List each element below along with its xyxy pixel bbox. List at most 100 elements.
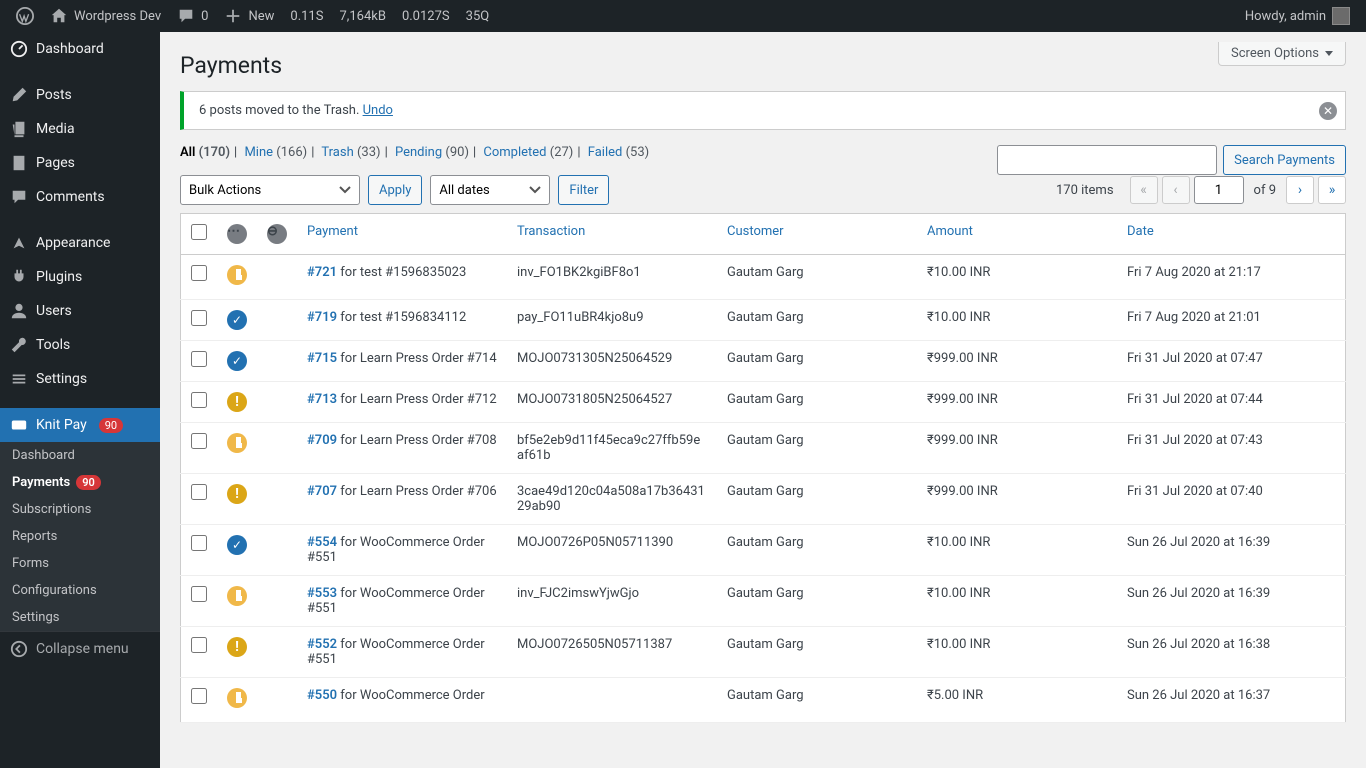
status-header-icon: ⋯ bbox=[227, 224, 247, 244]
date-cell: Sun 26 Jul 2020 at 16:37 bbox=[1117, 678, 1346, 723]
status-completed-icon: ✓ bbox=[227, 351, 247, 371]
transaction-cell: MOJO0731805N25064527 bbox=[507, 382, 717, 423]
submenu-payments[interactable]: Payments90 bbox=[0, 469, 160, 496]
payment-link[interactable]: #721 bbox=[307, 265, 337, 280]
new-content[interactable]: New bbox=[216, 0, 282, 32]
row-checkbox[interactable] bbox=[191, 351, 207, 367]
sidebar-item-appearance[interactable]: Appearance bbox=[0, 226, 160, 260]
bulk-actions-select[interactable]: Bulk Actions bbox=[180, 175, 360, 205]
sidebar-item-dashboard[interactable]: Dashboard bbox=[0, 32, 160, 66]
notice-dismiss[interactable]: ✕ bbox=[1319, 102, 1337, 120]
col-date[interactable]: Date bbox=[1127, 224, 1154, 239]
transaction-cell: MOJO0731305N25064529 bbox=[507, 341, 717, 382]
payment-for: for test #1596834112 bbox=[337, 310, 466, 325]
first-page[interactable]: « bbox=[1130, 176, 1158, 204]
perf-queries[interactable]: 35Q bbox=[458, 0, 498, 32]
filter-button[interactable]: Filter bbox=[558, 175, 609, 205]
comments-link[interactable]: 0 bbox=[169, 0, 216, 32]
payment-for: for Learn Press Order #708 bbox=[337, 433, 497, 448]
payment-link[interactable]: #553 bbox=[307, 586, 337, 601]
transaction-cell: inv_FJC2imswYjwGjo bbox=[507, 576, 717, 627]
payment-link[interactable]: #709 bbox=[307, 433, 337, 448]
perf-db[interactable]: 0.0127S bbox=[394, 0, 458, 32]
payment-link[interactable]: #552 bbox=[307, 637, 337, 652]
payment-link[interactable]: #715 bbox=[307, 351, 337, 366]
col-customer[interactable]: Customer bbox=[727, 224, 784, 239]
page-number-input[interactable] bbox=[1194, 176, 1244, 204]
submenu-subscriptions[interactable]: Subscriptions bbox=[0, 496, 160, 523]
perf-time[interactable]: 0.11S bbox=[282, 0, 331, 32]
col-payment[interactable]: Payment bbox=[307, 224, 358, 239]
sidebar-item-media[interactable]: Media bbox=[0, 112, 160, 146]
apply-button[interactable]: Apply bbox=[368, 175, 422, 205]
col-amount[interactable]: Amount bbox=[927, 224, 973, 239]
customer-cell: Gautam Garg bbox=[717, 627, 917, 678]
sidebar-item-settings[interactable]: Settings bbox=[0, 362, 160, 396]
amount-cell: ₹10.00 INR bbox=[917, 255, 1117, 300]
payment-link[interactable]: #707 bbox=[307, 484, 337, 499]
prev-page[interactable]: ‹ bbox=[1162, 176, 1190, 204]
screen-options-toggle[interactable]: Screen Options bbox=[1218, 42, 1346, 66]
row-checkbox[interactable] bbox=[191, 433, 207, 449]
date-filter-select[interactable]: All dates bbox=[430, 175, 550, 205]
payment-link[interactable]: #554 bbox=[307, 535, 337, 550]
submenu-dashboard[interactable]: Dashboard bbox=[0, 442, 160, 469]
sidebar-item-posts[interactable]: Posts bbox=[0, 78, 160, 112]
status-pending-icon bbox=[227, 433, 247, 453]
view-trash[interactable]: Trash (33) bbox=[321, 145, 380, 160]
sidebar-item-knitpay[interactable]: Knit Pay90 bbox=[0, 408, 160, 442]
payment-link[interactable]: #719 bbox=[307, 310, 337, 325]
last-page[interactable]: » bbox=[1318, 176, 1346, 204]
next-page[interactable]: › bbox=[1286, 176, 1314, 204]
search-input[interactable] bbox=[997, 145, 1217, 175]
sidebar-item-plugins[interactable]: Plugins bbox=[0, 260, 160, 294]
row-checkbox[interactable] bbox=[191, 265, 207, 281]
date-cell: Fri 31 Jul 2020 at 07:44 bbox=[1117, 382, 1346, 423]
customer-cell: Gautam Garg bbox=[717, 525, 917, 576]
submenu-settings[interactable]: Settings bbox=[0, 604, 160, 631]
row-checkbox[interactable] bbox=[191, 484, 207, 500]
site-name[interactable]: Wordpress Dev bbox=[42, 0, 169, 32]
payment-link[interactable]: #713 bbox=[307, 392, 337, 407]
amount-cell: ₹999.00 INR bbox=[917, 382, 1117, 423]
my-account[interactable]: Howdy, admin bbox=[1237, 0, 1358, 32]
status-completed-icon: ✓ bbox=[227, 310, 247, 330]
badge: 90 bbox=[99, 418, 123, 433]
date-cell: Sun 26 Jul 2020 at 16:39 bbox=[1117, 576, 1346, 627]
search-box: Search Payments bbox=[997, 145, 1346, 175]
view-pending[interactable]: Pending (90) bbox=[395, 145, 469, 160]
row-checkbox[interactable] bbox=[191, 688, 207, 704]
view-completed[interactable]: Completed (27) bbox=[483, 145, 573, 160]
submenu-reports[interactable]: Reports bbox=[0, 523, 160, 550]
wp-logo[interactable] bbox=[8, 0, 42, 32]
sidebar-item-pages[interactable]: Pages bbox=[0, 146, 160, 180]
sidebar-item-tools[interactable]: Tools bbox=[0, 328, 160, 362]
payment-for: for WooCommerce Order bbox=[337, 688, 485, 703]
row-checkbox[interactable] bbox=[191, 392, 207, 408]
customer-cell: Gautam Garg bbox=[717, 255, 917, 300]
status-pending-icon bbox=[227, 265, 247, 285]
sidebar-item-comments[interactable]: Comments bbox=[0, 180, 160, 214]
submenu-forms[interactable]: Forms bbox=[0, 550, 160, 577]
view-all[interactable]: All (170) bbox=[180, 145, 230, 160]
payment-link[interactable]: #550 bbox=[307, 688, 337, 703]
collapse-menu[interactable]: Collapse menu bbox=[0, 631, 160, 666]
row-checkbox[interactable] bbox=[191, 637, 207, 653]
view-mine[interactable]: Mine (166) bbox=[244, 145, 307, 160]
row-checkbox[interactable] bbox=[191, 310, 207, 326]
table-row: #550 for WooCommerce OrderGautam Garg₹5.… bbox=[181, 678, 1346, 723]
avatar-icon bbox=[1332, 7, 1350, 25]
col-transaction[interactable]: Transaction bbox=[517, 224, 585, 239]
customer-cell: Gautam Garg bbox=[717, 678, 917, 723]
perf-mem[interactable]: 7,164kB bbox=[331, 0, 393, 32]
admin-bar: Wordpress Dev 0 New 0.11S 7,164kB 0.0127… bbox=[0, 0, 1366, 32]
date-cell: Fri 7 Aug 2020 at 21:17 bbox=[1117, 255, 1346, 300]
submenu-configurations[interactable]: Configurations bbox=[0, 577, 160, 604]
select-all-checkbox[interactable] bbox=[191, 224, 207, 240]
notice-undo-link[interactable]: Undo bbox=[363, 103, 393, 118]
view-failed[interactable]: Failed (53) bbox=[588, 145, 649, 160]
search-payments-button[interactable]: Search Payments bbox=[1223, 145, 1346, 175]
sidebar-item-users[interactable]: Users bbox=[0, 294, 160, 328]
row-checkbox[interactable] bbox=[191, 586, 207, 602]
row-checkbox[interactable] bbox=[191, 535, 207, 551]
